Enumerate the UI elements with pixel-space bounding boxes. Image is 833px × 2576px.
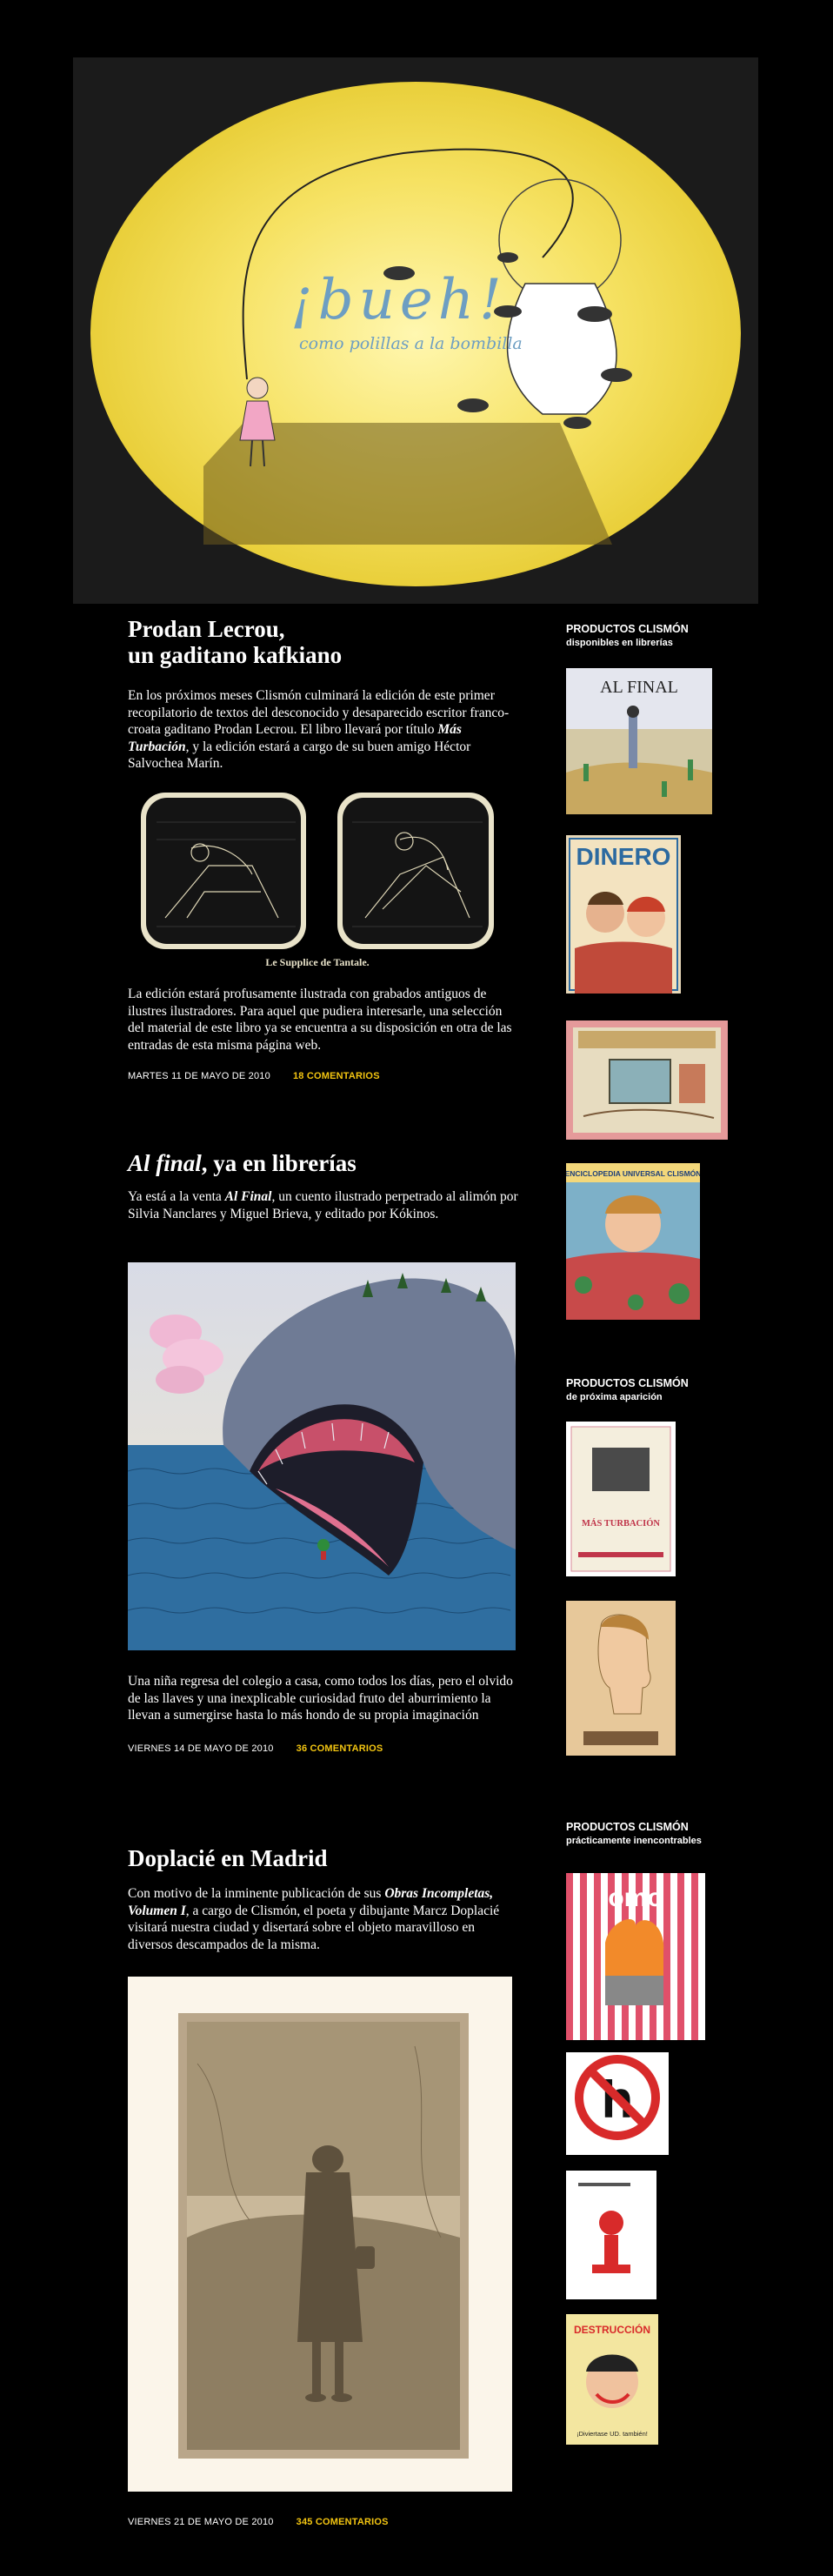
svg-text:AL FINAL: AL FINAL — [600, 678, 678, 697]
post-footer: VIERNES 21 DE MAYO DE 2010 345 COMENTARIO… — [128, 2517, 519, 2527]
post-title[interactable]: Al final, ya en librerías — [128, 1150, 519, 1176]
book-omo[interactable]: omo — [566, 1873, 705, 2040]
sidebar-heading-upcoming: PRODUCTOS CLISMÓN de próxima aparición — [566, 1377, 689, 1402]
book-enciclopedia[interactable]: ENCICLOPEDIA UNIVERSAL CLISMÓN — [566, 1163, 700, 1320]
book-head[interactable] — [566, 1601, 676, 1756]
post-paragraph: En los próximos meses Clismón culminará … — [128, 688, 510, 772]
svg-text:DINERO: DINERO — [576, 843, 671, 870]
post-2: Al final, ya en librerías Ya está a la v… — [128, 1150, 519, 1222]
svg-text:omo: omo — [608, 1883, 663, 1912]
post-image-whale[interactable] — [127, 1262, 516, 1650]
book-figure[interactable] — [566, 2171, 656, 2299]
book-al-final[interactable]: AL FINAL — [566, 668, 712, 814]
book-destruccion[interactable]: DESTRUCCIÓN ¡Diviertase UD. también! — [566, 2314, 658, 2445]
comments-link[interactable]: 36 COMENTARIOS — [297, 1743, 383, 1754]
post-1: Prodan Lecrou, un gaditano kafkiano En l… — [128, 616, 519, 773]
post-paragraph: La edición estará profusamente ilustrada… — [128, 987, 512, 1053]
svg-text:DESTRUCCIÓN: DESTRUCCIÓN — [574, 2323, 650, 2336]
book-no-h[interactable]: h — [566, 2052, 669, 2155]
sidebar-heading-available: PRODUCTOS CLISMÓN disponibles en librerí… — [566, 623, 689, 648]
post-footer: VIERNES 14 DE MAYO DE 2010 36 COMENTARIOS — [128, 1743, 519, 1754]
post-footer: MARTES 11 DE MAYO DE 2010 18 COMENTARIOS — [128, 1071, 519, 1081]
sidebar-heading-rare: PRODUCTOS CLISMÓN prácticamente inencont… — [566, 1821, 702, 1846]
book-mas-turbacion[interactable]: MÁS TURBACIÓN — [566, 1422, 676, 1576]
post-title[interactable]: Doplacié en Madrid — [128, 1845, 519, 1871]
comments-link[interactable]: 345 COMENTARIOS — [297, 2517, 389, 2527]
book-cartoon[interactable] — [566, 1020, 728, 1140]
svg-text:MÁS TURBACIÓN: MÁS TURBACIÓN — [582, 1518, 660, 1529]
post-paragraph: Con motivo de la inminente publicación d… — [128, 1886, 500, 1952]
post-date[interactable]: VIERNES 14 DE MAYO DE 2010 — [128, 1743, 274, 1754]
post-date[interactable]: VIERNES 21 DE MAYO DE 2010 — [128, 2517, 274, 2527]
post-paragraph: Una niña regresa del colegio a casa, com… — [128, 1674, 513, 1723]
post-title[interactable]: Prodan Lecrou, un gaditano kafkiano — [128, 616, 519, 668]
post-3: Doplacié en Madrid Con motivo de la inmi… — [128, 1845, 519, 1953]
comments-link[interactable]: 18 COMENTARIOS — [293, 1071, 380, 1081]
image-caption: Le Supplice de Tantale. — [265, 956, 369, 968]
book-dinero[interactable]: DINERO — [566, 835, 681, 994]
post-2-continued: Una niña regresa del colegio a casa, com… — [128, 1673, 519, 1754]
svg-text:¡Diviertase UD. también!: ¡Diviertase UD. también! — [576, 2430, 648, 2438]
svg-text:ENCICLOPEDIA UNIVERSAL CLISMÓN: ENCICLOPEDIA UNIVERSAL CLISMÓN — [566, 1168, 700, 1178]
post-date[interactable]: MARTES 11 DE MAYO DE 2010 — [128, 1071, 270, 1081]
header-title: ¡bueh! — [290, 268, 507, 332]
post-paragraph: Ya está a la venta Al Final, un cuento i… — [128, 1189, 518, 1221]
header-banner[interactable]: ¡bueh! como polillas a la bombilla — [73, 57, 758, 604]
post-image-photo[interactable] — [128, 1977, 512, 2492]
post-image-engraving[interactable]: Le Supplice de Tantale. — [139, 787, 496, 977]
post-1-continued: La edición estará profusamente ilustrada… — [128, 986, 519, 1081]
header-subtitle: como polillas a la bombilla — [299, 334, 523, 353]
